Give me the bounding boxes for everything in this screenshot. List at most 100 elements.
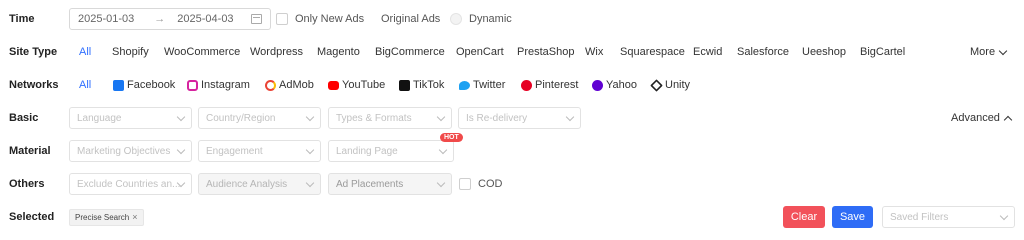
site-type-prestashop[interactable]: PrestaShop [517,46,574,58]
engagement-select[interactable]: Engagement [198,140,321,162]
pinterest-icon [521,79,532,91]
site-type-opencart[interactable]: OpenCart [456,46,504,58]
close-icon[interactable]: × [132,212,137,222]
site-type-wix[interactable]: Wix [585,46,603,58]
saved-filters-select[interactable]: Saved Filters [882,206,1015,228]
chevron-down-icon [438,145,448,155]
types-formats-placeholder: Types & Formats [336,112,412,124]
site-type-ecwid[interactable]: Ecwid [693,46,722,58]
ad-placements-placeholder: Ad Placements [336,178,404,190]
others-label: Others [9,178,45,190]
audience-analysis-select[interactable]: Audience Analysis [198,173,321,195]
exclude-countries-select[interactable]: Exclude Countries an... [69,173,192,195]
youtube-icon [328,80,339,90]
networks-row: Networks All Facebook Instagram AdMob Yo… [0,73,1024,97]
network-pinterest[interactable]: Pinterest [521,79,578,91]
network-facebook[interactable]: Facebook [113,79,175,91]
redelivery-select[interactable]: Is Re-delivery [458,107,581,129]
start-date[interactable]: 2025-01-03 [78,13,134,25]
site-type-salesforce[interactable]: Salesforce [737,46,789,58]
site-type-magento[interactable]: Magento [317,46,360,58]
network-unity-label: Unity [665,79,691,91]
arrow-right-icon: → [154,13,166,25]
chevron-down-icon[interactable] [998,46,1008,55]
language-select[interactable]: Language [69,107,192,129]
network-yahoo[interactable]: Yahoo [592,79,637,91]
save-button[interactable]: Save [832,206,873,228]
facebook-icon [113,79,124,91]
chevron-down-icon [305,178,315,188]
site-type-label: Site Type [9,46,58,58]
saved-filters-placeholder: Saved Filters [890,211,949,223]
site-type-squarespace[interactable]: Squarespace [620,46,685,58]
chevron-down-icon [436,112,446,122]
network-yahoo-label: Yahoo [606,79,637,91]
chevron-down-icon [999,211,1009,221]
network-unity[interactable]: Unity [650,78,691,92]
cod-checkbox[interactable]: COD [459,178,502,190]
end-date[interactable]: 2025-04-03 [177,13,233,25]
site-type-bigcartel[interactable]: BigCartel [860,46,905,58]
site-type-row: Site Type All Shopify WooCommerce Wordpr… [0,40,1024,64]
instagram-icon [187,79,198,91]
marketing-objectives-select[interactable]: Marketing Objectives [69,140,192,162]
network-youtube-label: YouTube [342,79,386,91]
checkbox-box[interactable] [459,178,471,190]
checkbox-box[interactable] [366,13,370,25]
clear-button[interactable]: Clear [783,206,825,228]
site-type-wordpress[interactable]: Wordpress [250,46,303,58]
only-new-ads-checkbox[interactable]: Only New Ads [276,13,364,25]
twitter-icon [459,80,470,90]
ad-placements-select[interactable]: Ad Placements [328,173,452,195]
time-row: Time 2025-01-03 → 2025-04-03 Only New Ad… [0,7,1024,31]
country-region-select[interactable]: Country/Region [198,107,321,129]
landing-page-select[interactable]: Landing Page [328,140,454,162]
hot-badge: HOT [440,133,463,142]
site-type-all[interactable]: All [79,46,91,58]
network-twitter-label: Twitter [473,79,506,91]
chevron-down-icon [565,112,575,122]
chevron-up-icon[interactable] [1003,115,1013,124]
others-row: Others Exclude Countries an... Audience … [0,172,1024,196]
landing-page-placeholder: Landing Page [336,145,398,157]
unity-icon [650,78,663,92]
radio-circle[interactable] [450,13,462,25]
audience-analysis-placeholder: Audience Analysis [206,178,288,190]
marketing-objectives-placeholder: Marketing Objectives [77,145,171,157]
material-label: Material [9,145,51,157]
site-type-bigcommerce[interactable]: BigCommerce [375,46,445,58]
calendar-icon[interactable] [251,14,262,24]
network-all[interactable]: All [79,79,91,91]
network-instagram[interactable]: Instagram [187,79,250,91]
types-formats-select[interactable]: Types & Formats [328,107,452,129]
network-tiktok[interactable]: TikTok [399,79,444,91]
basic-row: Basic Language Country/Region Types & Fo… [0,106,1024,130]
admob-icon [265,79,276,91]
selected-row: Selected Precise Search × Clear Save Sav… [0,205,1024,229]
advanced-label[interactable]: Advanced [951,112,1000,124]
date-range-picker[interactable]: 2025-01-03 → 2025-04-03 [69,8,271,30]
original-ads-checkbox[interactable]: Original Ads [366,13,440,25]
site-type-shopify[interactable]: Shopify [112,46,149,58]
precise-search-tag-label: Precise Search [75,212,130,222]
chevron-down-icon [176,145,186,155]
network-admob[interactable]: AdMob [265,79,314,91]
material-row: Material Marketing Objectives Engagement… [0,133,1024,163]
network-youtube[interactable]: YouTube [328,79,385,91]
network-pinterest-label: Pinterest [535,79,579,91]
country-region-placeholder: Country/Region [206,112,276,124]
dynamic-label: Dynamic [469,13,512,25]
more-label[interactable]: More [970,46,995,58]
dynamic-radio[interactable]: Dynamic [450,13,512,25]
network-twitter[interactable]: Twitter [459,79,505,91]
site-type-woocommerce[interactable]: WooCommerce [164,46,240,58]
more-toggle[interactable]: More [970,46,1008,58]
site-type-ueeshop[interactable]: Ueeshop [802,46,846,58]
yahoo-icon [592,79,603,91]
time-label: Time [9,13,35,25]
network-admob-label: AdMob [279,79,314,91]
basic-label: Basic [9,112,39,124]
precise-search-tag: Precise Search × [69,208,144,226]
checkbox-box[interactable] [276,13,288,25]
advanced-toggle[interactable]: Advanced [951,112,1013,124]
